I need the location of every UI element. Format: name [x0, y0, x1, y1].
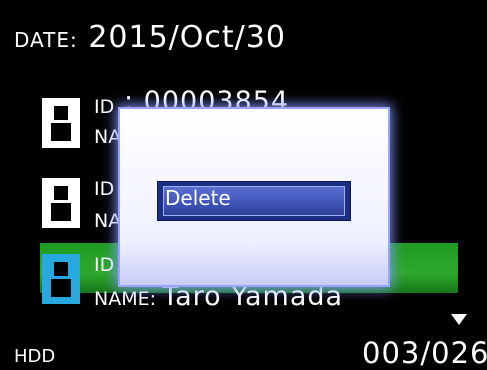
delete-button[interactable]: Delete: [157, 181, 351, 221]
clip-id-label: ID: [94, 96, 115, 118]
clip-id-label: ID: [94, 254, 115, 276]
date-value: 2015/Oct/30: [88, 20, 286, 55]
delete-button-label: Delete: [165, 186, 231, 210]
person-icon: [42, 98, 80, 148]
person-icon: [42, 254, 80, 304]
date-display: DATE: 2015/Oct/30: [14, 20, 286, 55]
clip-name-label: NAME:: [94, 288, 157, 310]
page-counter: 003/026: [362, 336, 487, 370]
storage-media-label: HDD: [14, 346, 56, 367]
date-label: DATE:: [14, 28, 78, 52]
scroll-down-icon[interactable]: [451, 314, 467, 325]
clip-name: NAME: Taro Yamada: [94, 281, 343, 312]
person-icon: [42, 178, 80, 228]
action-dialog: Delete: [120, 109, 388, 285]
clip-id-label: ID: [94, 178, 115, 200]
clip-name-value: Taro Yamada: [162, 281, 344, 312]
